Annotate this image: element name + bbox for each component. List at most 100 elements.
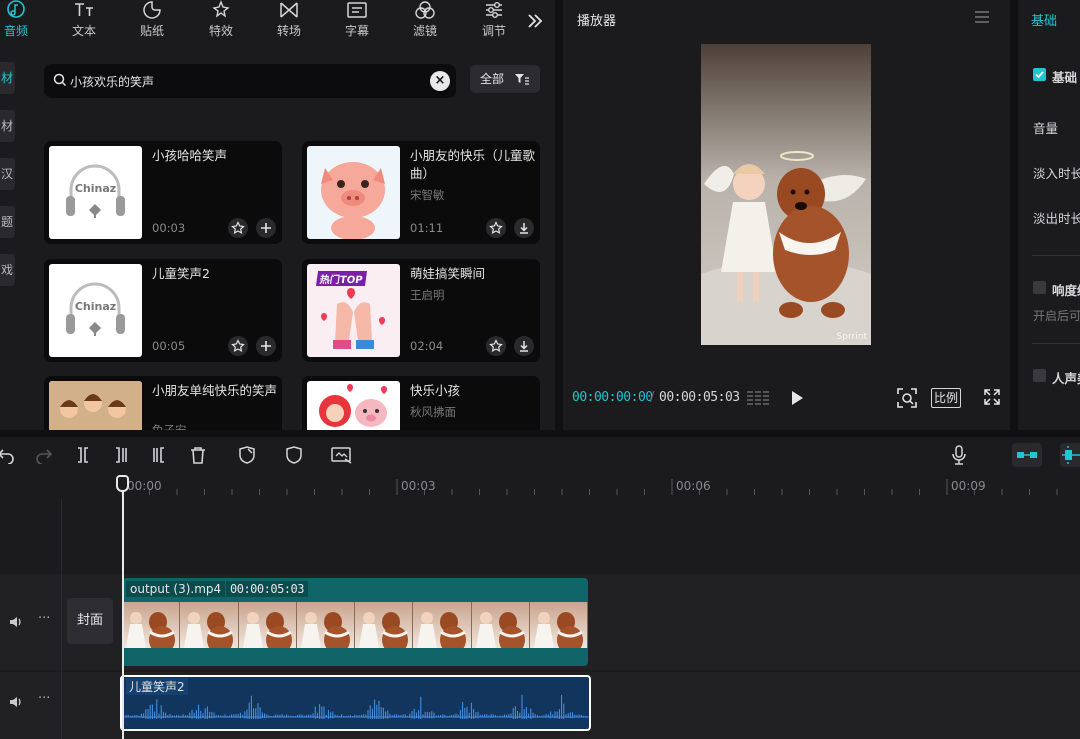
add-button[interactable] [256,218,276,238]
favorite-button[interactable] [486,336,506,356]
audio-card[interactable]: 小朋友单纯快乐的笑声 兔子安 [44,376,282,430]
cover-button[interactable]: 封面 [67,598,113,644]
linkage-toggle[interactable] [1060,443,1080,467]
split-right-icon[interactable] [151,446,167,467]
download-icon [520,223,528,234]
rail-item[interactable]: 戏 [0,254,15,286]
audio-title: 儿童笑声2 [152,266,210,281]
favorite-button[interactable] [228,218,248,238]
delete-icon[interactable] [190,446,206,467]
player-panel: 播放器 Sprrint 00:00:00:00 / 00:00:05:03 比例 [563,0,1010,430]
plus-icon [261,223,271,233]
audio-clip-name: 儿童笑声2 [126,678,188,695]
timeline[interactable]: 00:00 00:03 00:06 00:09 ··· ··· 封面 outpu… [0,475,1080,739]
tab-basic[interactable]: 基础 [1031,10,1057,29]
audio-duration: 02:04 [410,339,444,353]
tab-audio[interactable]: 音频 [0,0,41,44]
redo-icon[interactable] [36,446,53,467]
vocal-label: 人声美化 [1052,371,1080,386]
video-frame [413,602,472,648]
effects-icon [212,0,230,18]
track-header-divider [61,499,62,739]
undo-icon[interactable] [0,446,14,467]
tab-text[interactable]: 文本 [59,0,109,44]
rail-item[interactable]: 材 [0,110,15,142]
adjust-icon [486,2,502,18]
left-rail: 材 材 汉 题 戏 [0,62,15,302]
rail-item[interactable]: 题 [0,206,15,238]
microphone-icon[interactable] [951,445,967,468]
download-button[interactable] [514,218,534,238]
audio-card[interactable]: Chinaz 儿童笑声2 00:05 [44,259,282,362]
clear-icon[interactable]: × [430,71,450,91]
watermark: Sprrint [836,332,867,342]
crop-media-icon[interactable] [331,446,353,467]
speaker-icon[interactable] [8,695,24,709]
shield-icon[interactable] [286,446,302,467]
caption-icon [347,2,367,18]
waveform-icon[interactable] [745,388,771,411]
tab-effects[interactable]: 特效 [196,0,246,44]
audio-card[interactable]: 小朋友的快乐（儿童歌曲） 宋智敏 01:11 [302,141,540,244]
ruler-label: 00:03 [401,479,436,493]
sticker-icon [143,1,161,19]
chinaz-logo-text: Chinaz [74,300,117,313]
rail-item[interactable]: 汉 [0,158,15,190]
linkage-icon [1062,446,1080,464]
shield-check-icon[interactable] [238,446,256,467]
favorite-button[interactable] [228,336,248,356]
add-button[interactable] [256,336,276,356]
loudness-checkbox[interactable] [1033,281,1046,294]
rail-item[interactable]: 材 [0,62,15,94]
star-icon [231,221,245,235]
volume-label: 音量 [1033,121,1059,136]
vocal-checkbox[interactable] [1033,369,1046,382]
audio-artist: 秋风拂面 [410,405,456,419]
chinaz-logo-text: Chinaz [74,182,117,195]
filter-button[interactable]: 全部 [470,65,540,93]
download-icon [520,341,528,352]
menu-icon[interactable] [974,10,990,27]
double-chevron-right-icon[interactable] [526,12,544,33]
more-icon[interactable]: ··· [38,611,50,626]
audio-title: 快乐小孩 [410,383,461,398]
audio-card[interactable]: 快乐小孩 秋风拂面 [302,376,540,430]
download-button[interactable] [514,336,534,356]
speaker-icon[interactable] [8,615,24,629]
fit-view-icon[interactable] [896,387,918,412]
playhead-handle[interactable] [116,475,129,492]
more-icon[interactable]: ··· [38,691,50,706]
basic-checkbox[interactable] [1033,68,1046,81]
hot-top-badge: 热门TOP [315,271,367,286]
properties-panel: 基础 基础 音量 淡入时长 淡出时长 响度统一 开启后可 人声美化 [1018,0,1080,430]
video-clip[interactable]: output (3).mp4 00:00:05:03 [122,578,588,666]
audio-clip[interactable]: 儿童笑声2 [120,675,591,731]
audio-title: 萌娃搞笑瞬间 [410,266,486,281]
tab-transition[interactable]: 转场 [264,0,314,44]
fullscreen-icon[interactable] [983,388,1001,409]
search-input[interactable]: 小孩欢乐的笑声 × [44,64,456,98]
time-ruler[interactable]: 00:00 00:03 00:06 00:09 [0,475,1080,499]
audio-card[interactable]: 热门TOP 萌娃搞笑瞬间 王启明 02:04 [302,259,540,362]
tab-adjust[interactable]: 调节 [469,0,519,44]
audio-card[interactable]: Chinaz 小孩哈哈笑声 00:03 [44,141,282,244]
timecode-separator: / [650,390,655,405]
filter-icon [415,1,435,19]
audio-thumbnail: 热门TOP [307,264,400,357]
divider [1032,255,1080,256]
tab-sticker[interactable]: 贴纸 [127,0,177,44]
split-left-icon[interactable] [113,446,129,467]
text-icon [75,3,93,16]
play-button[interactable] [789,390,805,409]
split-icon[interactable] [75,446,91,467]
tab-caption[interactable]: 字幕 [332,0,382,44]
ruler-label: 00:06 [676,479,711,493]
video-preview[interactable]: Sprrint [701,44,871,345]
player-title: 播放器 [577,14,617,29]
audio-waveform [122,694,589,719]
favorite-button[interactable] [486,218,506,238]
ratio-button[interactable]: 比例 [931,388,962,408]
playhead[interactable] [122,475,124,739]
tab-filter[interactable]: 滤镜 [400,0,450,44]
snap-toggle[interactable] [1012,443,1042,467]
